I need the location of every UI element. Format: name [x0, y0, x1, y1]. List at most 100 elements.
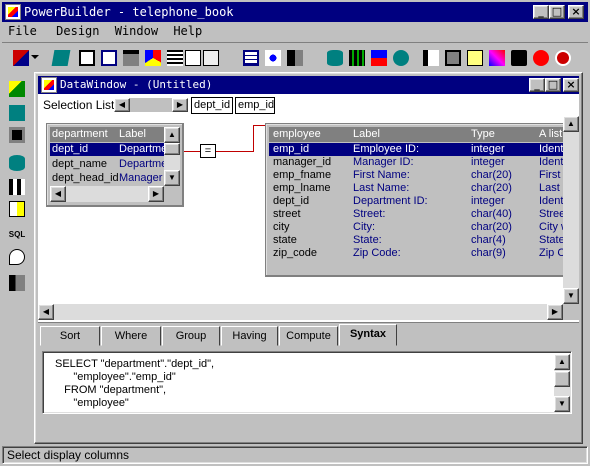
department-row-dept-id[interactable]: dept_id Departme [50, 143, 164, 156]
dw-minimize-button[interactable]: _ [529, 78, 545, 92]
selected-column-dept-id[interactable]: dept_id [191, 97, 233, 114]
table-icon[interactable] [6, 152, 28, 174]
selection-left-arrow[interactable]: ◀ [114, 98, 130, 112]
minimize-button[interactable]: _ [533, 5, 549, 19]
scroll-right-button[interactable]: ▶ [547, 304, 563, 320]
tab-having[interactable]: Having [221, 326, 278, 346]
selected-column-emp-id[interactable]: emp_id [235, 97, 275, 114]
scroll-down-button[interactable]: ▼ [164, 170, 180, 186]
pipeline-icon[interactable] [240, 47, 262, 69]
syntax-pane[interactable]: SELECT "department"."dept_id", "employee… [42, 351, 572, 414]
window-icon[interactable] [98, 47, 120, 69]
scroll-up-button[interactable]: ▲ [554, 354, 570, 370]
menu-window[interactable]: Window [113, 22, 164, 41]
edit-icon[interactable] [486, 47, 508, 69]
menu-icon[interactable] [120, 47, 142, 69]
maximize-button[interactable]: □ [549, 5, 565, 19]
department-vertical-scrollbar[interactable]: ▲ ▼ [164, 127, 180, 186]
scroll-left-button[interactable]: ◀ [50, 186, 66, 202]
run-icon[interactable] [390, 47, 412, 69]
department-row-dept-name[interactable]: dept_name Departme [50, 158, 164, 171]
debug-icon[interactable] [420, 47, 442, 69]
column-label: Department ID: [353, 195, 428, 207]
preview-icon[interactable] [6, 246, 28, 268]
column-alist: State [539, 234, 565, 246]
employee-row[interactable]: dept_id Department ID: integer Identi [269, 195, 566, 208]
user-object-icon[interactable] [284, 47, 306, 69]
open-icon[interactable] [6, 102, 28, 124]
design-horizontal-scrollbar[interactable]: ◀ ▶ [38, 304, 563, 320]
dropdown-arrow-icon[interactable] [30, 47, 40, 69]
new-datawindow-icon[interactable] [6, 78, 28, 100]
scroll-right-button[interactable]: ▶ [148, 186, 164, 202]
database-icon[interactable] [324, 47, 346, 69]
dw-maximize-button[interactable]: □ [545, 78, 561, 92]
column-label: Employee ID: [353, 143, 420, 155]
menu-file[interactable]: File [2, 22, 43, 41]
column-name: zip_code [273, 247, 318, 259]
column-name: emp_fname [273, 169, 332, 181]
scroll-up-button[interactable]: ▲ [563, 116, 579, 132]
library-icon[interactable] [368, 47, 390, 69]
employee-row[interactable]: emp_fname First Name: char(20) First n [269, 169, 570, 182]
selection-right-arrow[interactable]: ▶ [172, 98, 188, 112]
browser-icon[interactable] [442, 47, 464, 69]
dw-close-button[interactable]: × [563, 78, 579, 92]
db-profile-icon[interactable] [346, 47, 368, 69]
employee-row[interactable]: city City: char(20) City w [269, 221, 569, 234]
employee-alist-header: A list [539, 128, 563, 140]
column-type: char(20) [471, 221, 512, 233]
tab-syntax[interactable]: Syntax [339, 324, 397, 346]
query-icon[interactable] [200, 47, 222, 69]
selection-scroll-track[interactable] [130, 98, 172, 112]
help-icon[interactable] [530, 47, 552, 69]
scroll-down-button[interactable]: ▼ [563, 288, 579, 304]
employee-row[interactable]: emp_lname Last Name: char(20) Last n [269, 182, 569, 195]
scroll-thumb[interactable] [554, 371, 570, 387]
employee-row[interactable]: emp_id Employee ID: integer Identi [269, 143, 566, 156]
scroll-up-button[interactable]: ▲ [164, 127, 180, 143]
employee-row[interactable]: state State: char(4) State [269, 234, 565, 247]
close-button[interactable]: × [568, 5, 584, 19]
column-type: char(20) [471, 169, 512, 181]
column-label: Manager [119, 172, 163, 184]
sql-icon[interactable]: SQL [6, 224, 28, 246]
column-name: dept_name [52, 158, 108, 170]
department-horizontal-scrollbar[interactable]: ◀ ▶ [50, 186, 164, 202]
menu-help[interactable]: Help [171, 22, 208, 41]
employee-vertical-scrollbar[interactable]: ▲ ▼ [563, 116, 579, 304]
join-operator-box[interactable]: = [200, 144, 216, 158]
tab-sort[interactable]: Sort [40, 326, 100, 346]
tab-where[interactable]: Where [101, 326, 161, 346]
employee-table-box[interactable]: employee Label Type A list emp_id Employe… [265, 123, 570, 277]
datawindow-icon[interactable] [142, 47, 164, 69]
stop-icon[interactable] [552, 47, 574, 69]
new-icon[interactable] [10, 47, 32, 69]
department-row-dept-head-id[interactable]: dept_head_id Manager [50, 172, 164, 185]
open-icon[interactable] [50, 47, 72, 69]
join-icon[interactable] [6, 176, 28, 198]
selection-list-bar: Selection List: ◀ ▶ dept_id emp_id [38, 94, 579, 116]
scroll-down-button[interactable]: ▼ [554, 396, 570, 412]
save-icon[interactable] [6, 124, 28, 146]
exit-painter-icon[interactable] [6, 272, 28, 294]
employee-row[interactable]: zip_code Zip Code: char(9) Zip C [269, 247, 565, 260]
syntax-line: "employee" [55, 397, 129, 409]
library-painter-icon[interactable] [464, 47, 486, 69]
department-table-box[interactable]: department Label dept_id Departme dept_n… [46, 123, 184, 207]
project-icon[interactable] [262, 47, 284, 69]
tables-list-icon[interactable] [6, 198, 28, 220]
scroll-corner [563, 304, 579, 320]
column-alist: Identi [539, 195, 566, 207]
employee-row[interactable]: street Street: char(40) Stree [269, 208, 565, 221]
application-icon[interactable] [76, 47, 98, 69]
menu-design[interactable]: Design [50, 22, 105, 41]
employee-row[interactable]: manager_id Manager ID: integer Identi [269, 156, 566, 169]
scroll-left-button[interactable]: ◀ [38, 304, 54, 320]
syntax-vertical-scrollbar[interactable]: ▲ ▼ [554, 354, 570, 412]
employee-table-header: employee Label Type A list [269, 127, 565, 142]
tab-group[interactable]: Group [162, 326, 220, 346]
tab-compute[interactable]: Compute [279, 326, 338, 346]
scroll-thumb[interactable] [164, 143, 180, 155]
exit-icon[interactable] [508, 47, 530, 69]
